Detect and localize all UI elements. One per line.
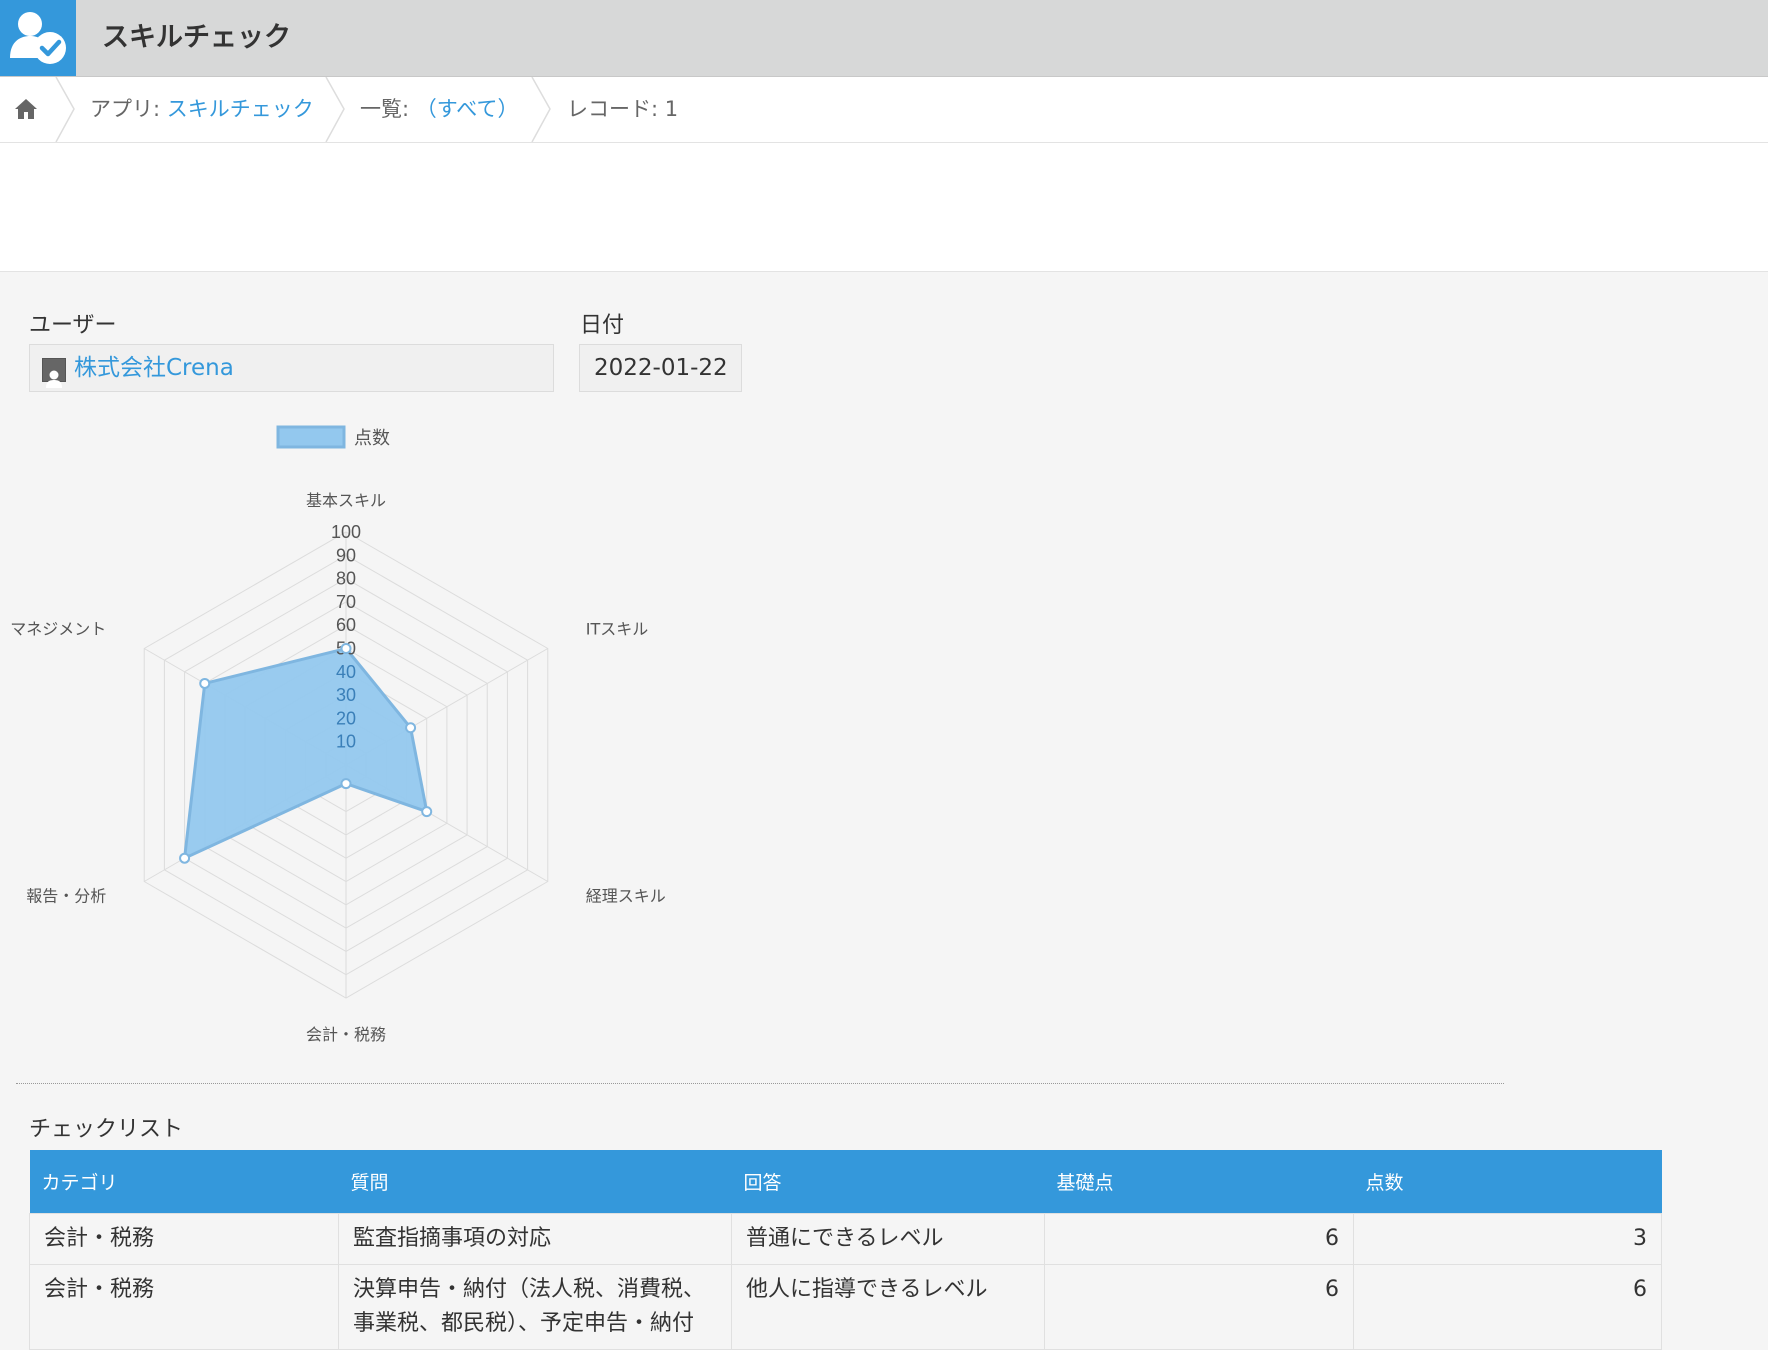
cell-question-link[interactable]: 監査指摘事項の対応 [338,1213,732,1265]
cell-answer: 普通にできるレベル [731,1213,1045,1265]
checklist-table: カテゴリ 質問 回答 基礎点 点数 会計・税務 監査指摘事項の対応 普通にできる… [29,1150,1662,1350]
radar-tick-label: 60 [336,615,356,635]
breadcrumb-record: レコード: 1 [567,97,679,121]
cell-question-link[interactable]: 決算申告・納付（法人税、消費税、事業税、都民税）、予定申告・納付 [338,1264,732,1350]
legend-swatch [276,425,346,449]
column-header-category: カテゴリ [29,1150,339,1214]
radar-tick-label: 70 [336,592,356,612]
breadcrumb-app-link[interactable]: スキルチェック [167,97,314,121]
user-field-label: ユーザー [29,313,117,338]
user-link[interactable]: 株式会社Crena [74,345,234,391]
checklist-title: チェックリスト [29,1117,184,1142]
home-icon[interactable] [14,97,38,121]
radar-category-label: ITスキル [586,620,649,639]
radar-data-point [199,677,211,689]
breadcrumb: アプリ: スキルチェック 一覧: （すべて） レコード: 1 [0,77,1768,143]
column-header-base: 基礎点 [1044,1150,1354,1214]
cell-base: 6 [1044,1264,1354,1350]
radar-category-label: 経理スキル [586,887,666,906]
radar-category-label: マネジメント [10,620,106,639]
radar-tick-label: 100 [331,522,361,542]
section-divider [16,1083,1504,1084]
radar-category-label: 会計・税務 [306,1025,386,1044]
app-header: スキルチェック [0,0,1768,77]
radar-tick-label: 80 [336,569,356,589]
cell-score: 6 [1353,1264,1662,1350]
table-row: 会計・税務 監査指摘事項の対応 普通にできるレベル 6 3 [29,1213,1662,1265]
table-row: 会計・税務 決算申告・納付（法人税、消費税、事業税、都民税）、予定申告・納付 他… [29,1264,1662,1350]
radar-tick-label: 20 [336,708,356,728]
breadcrumb-app-prefix: アプリ: [90,97,167,121]
radar-data-point [179,852,191,864]
breadcrumb-app: アプリ: スキルチェック [90,77,314,142]
radar-category-label: 基本スキル [306,491,386,510]
breadcrumb-separator [325,77,345,142]
user-avatar-icon [42,358,66,388]
table-header-row: カテゴリ 質問 回答 基礎点 点数 [29,1150,1662,1214]
app-title: スキルチェック [102,22,291,53]
radar-data-point [405,722,417,734]
radar-tick-label: 30 [336,685,356,705]
breadcrumb-view-prefix: 一覧: [360,97,416,121]
column-header-score: 点数 [1353,1150,1662,1214]
radar-data-point [340,643,352,654]
user-field: 株式会社Crena [29,344,554,392]
date-field: 2022-01-22 [579,344,742,392]
date-value: 2022-01-22 [594,355,728,381]
radar-series-area [182,646,429,861]
skill-radar-chart: 102030405060708090100基本スキルITスキル経理スキル会計・税… [10,425,666,1044]
breadcrumb-separator [55,77,75,142]
radar-data-point [340,778,352,790]
radar-data-point [421,806,433,818]
date-field-label: 日付 [580,313,625,338]
user-check-icon[interactable] [0,0,76,76]
radar-category-label: 報告・分析 [26,887,106,906]
radar-tick-label: 40 [336,662,356,682]
column-header-answer: 回答 [731,1150,1045,1214]
breadcrumb-view-link[interactable]: （すべて） [416,97,519,121]
cell-category: 会計・税務 [29,1213,339,1265]
breadcrumb-separator [531,77,551,142]
cell-answer: 他人に指導できるレベル [731,1264,1045,1350]
column-header-question: 質問 [338,1150,732,1214]
cell-category: 会計・税務 [29,1264,339,1350]
cell-score: 3 [1353,1213,1662,1265]
toolbar-area [0,143,1768,272]
radar-tick-label: 10 [336,732,356,752]
radar-tick-label: 90 [336,545,356,565]
breadcrumb-view: 一覧: （すべて） [360,77,518,142]
cell-base: 6 [1044,1213,1354,1265]
legend-label: 点数 [354,428,390,449]
